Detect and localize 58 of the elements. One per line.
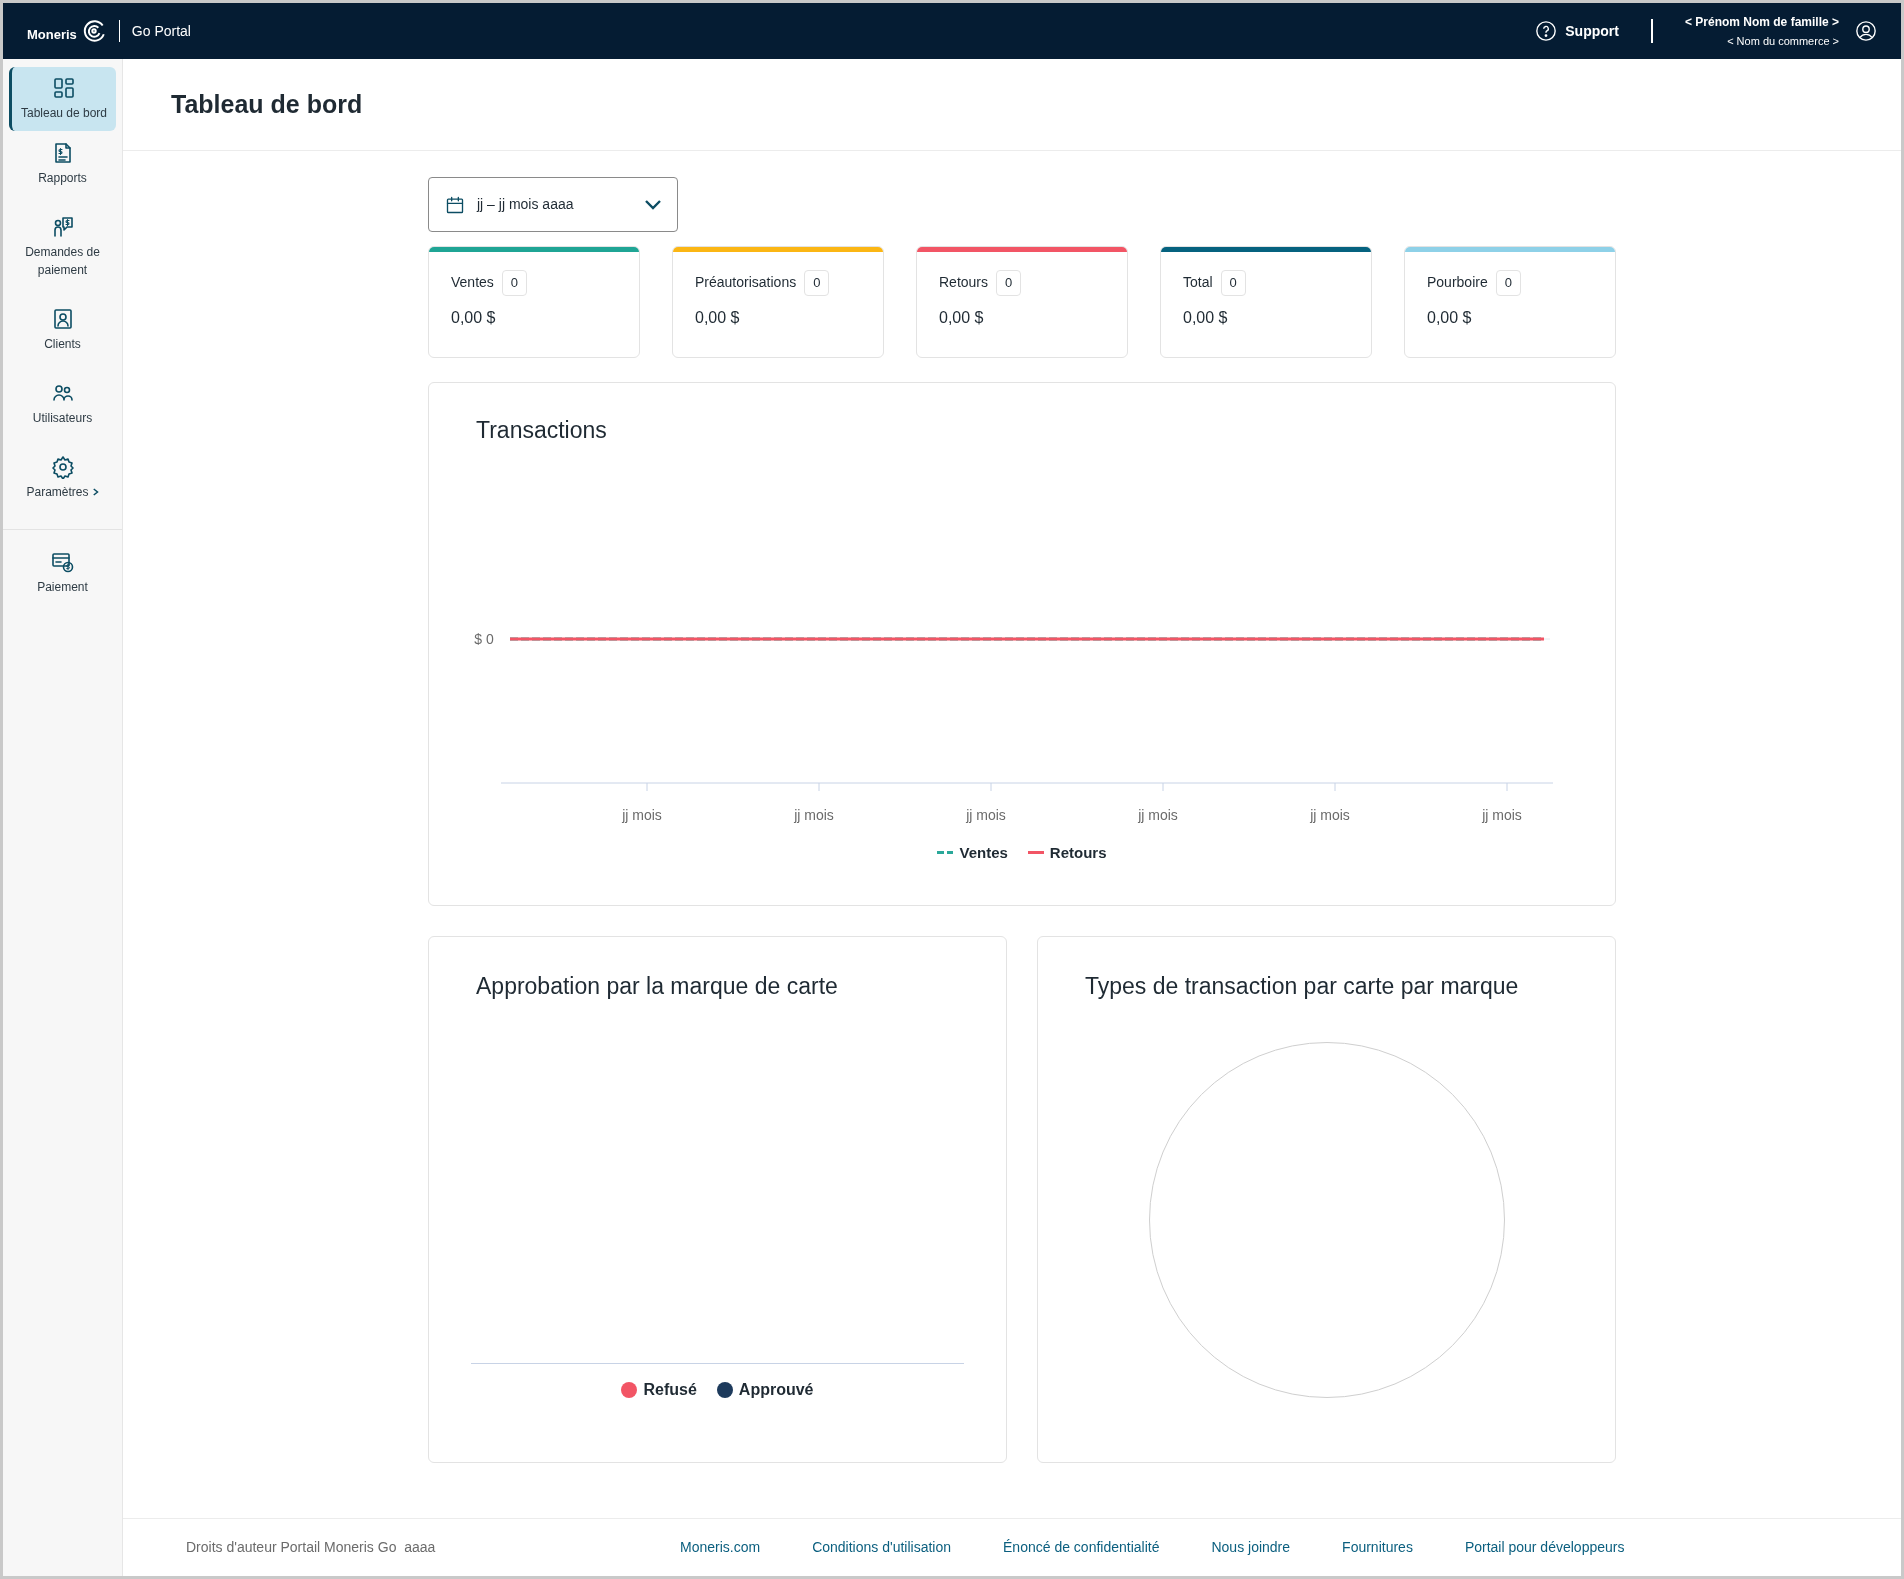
x-tick-label: jj mois: [794, 806, 834, 823]
nav-item[interactable]: Paiement: [9, 540, 116, 606]
date-range-dropdown[interactable]: jj – jj mois aaaa: [428, 177, 678, 232]
nav-item[interactable]: Rapports: [9, 131, 116, 197]
dashboard-icon: [52, 76, 76, 100]
chevron-down-icon: [645, 199, 661, 210]
card-amount: 0,00 $: [938, 307, 985, 328]
help-icon: [1535, 20, 1558, 42]
nav-item[interactable]: Utilisateurs: [9, 371, 116, 437]
product-name: Go Portal: [131, 21, 191, 41]
x-tick-label: jj mois: [622, 806, 662, 823]
nav-item[interactable]: Clients: [9, 297, 116, 363]
nav-item[interactable]: Demandes de paiement: [9, 205, 116, 289]
footer-link[interactable]: Énoncé de confidentialité: [1003, 1537, 1160, 1558]
nav-item[interactable]: Tableau de bord: [9, 67, 116, 131]
card-label: Retours: [939, 273, 989, 293]
footer-link[interactable]: Conditions d'utilisation: [812, 1537, 951, 1558]
card-amount: 0,00 $: [1426, 307, 1473, 328]
user-name[interactable]: < Prénom Nom de famille >: [1684, 12, 1839, 31]
footer-link[interactable]: Moneris.com: [680, 1537, 761, 1558]
nav-item[interactable]: Paramètres: [9, 445, 116, 511]
x-tick-label: jj mois: [1482, 806, 1522, 823]
chevron-right-icon: [92, 488, 99, 496]
card-amount: 0,00 $: [1182, 307, 1229, 328]
chart-title: Approbation par la marque de carte: [476, 972, 838, 1001]
card-amount: 0,00 $: [450, 307, 497, 328]
card-label: Pourboire: [1427, 273, 1488, 293]
footer-link[interactable]: Portail pour développeurs: [1464, 1537, 1625, 1558]
footer-link[interactable]: Fournitures: [1342, 1537, 1413, 1558]
legend-item[interactable]: Retours: [1027, 841, 1107, 864]
support-link[interactable]: Support: [1535, 20, 1619, 42]
user-account-icon[interactable]: [1855, 20, 1877, 42]
card-dollar-icon: [50, 550, 75, 574]
settings-icon: [50, 455, 75, 479]
chart-title: Types de transaction par carte par marque: [1085, 972, 1519, 1001]
chart-title: Transactions: [476, 416, 607, 445]
x-tick-label: jj mois: [1138, 806, 1178, 823]
count-badge: 0: [1495, 270, 1521, 296]
legend-item[interactable]: Approuvé: [716, 1378, 814, 1402]
card-label: Total: [1183, 273, 1213, 293]
merchant-name[interactable]: < Nom du commerce >: [1727, 32, 1839, 50]
y-axis-label: $ 0: [474, 630, 494, 647]
count-badge: 0: [996, 270, 1022, 296]
footer-link[interactable]: Nous joindre: [1211, 1537, 1291, 1558]
count-badge: 0: [804, 270, 830, 296]
legend-item[interactable]: Ventes: [937, 841, 1008, 864]
card-amount: 0,00 $: [694, 307, 741, 328]
count-badge: 0: [1220, 270, 1246, 296]
copyright-text: Droits d'auteur Portail Moneris Go aaaa: [186, 1538, 437, 1557]
count-badge: 0: [501, 270, 528, 296]
x-tick-label: jj mois: [966, 806, 1006, 823]
card-label: Préautorisations: [695, 273, 797, 293]
card-label: Ventes: [451, 273, 494, 293]
x-tick-label: jj mois: [1310, 806, 1350, 823]
page-title: Tableau de bord: [171, 88, 363, 120]
legend-item[interactable]: Refusé: [621, 1378, 697, 1402]
calendar-icon: [445, 194, 465, 215]
brand-logo-text: Moneris: [27, 26, 77, 45]
